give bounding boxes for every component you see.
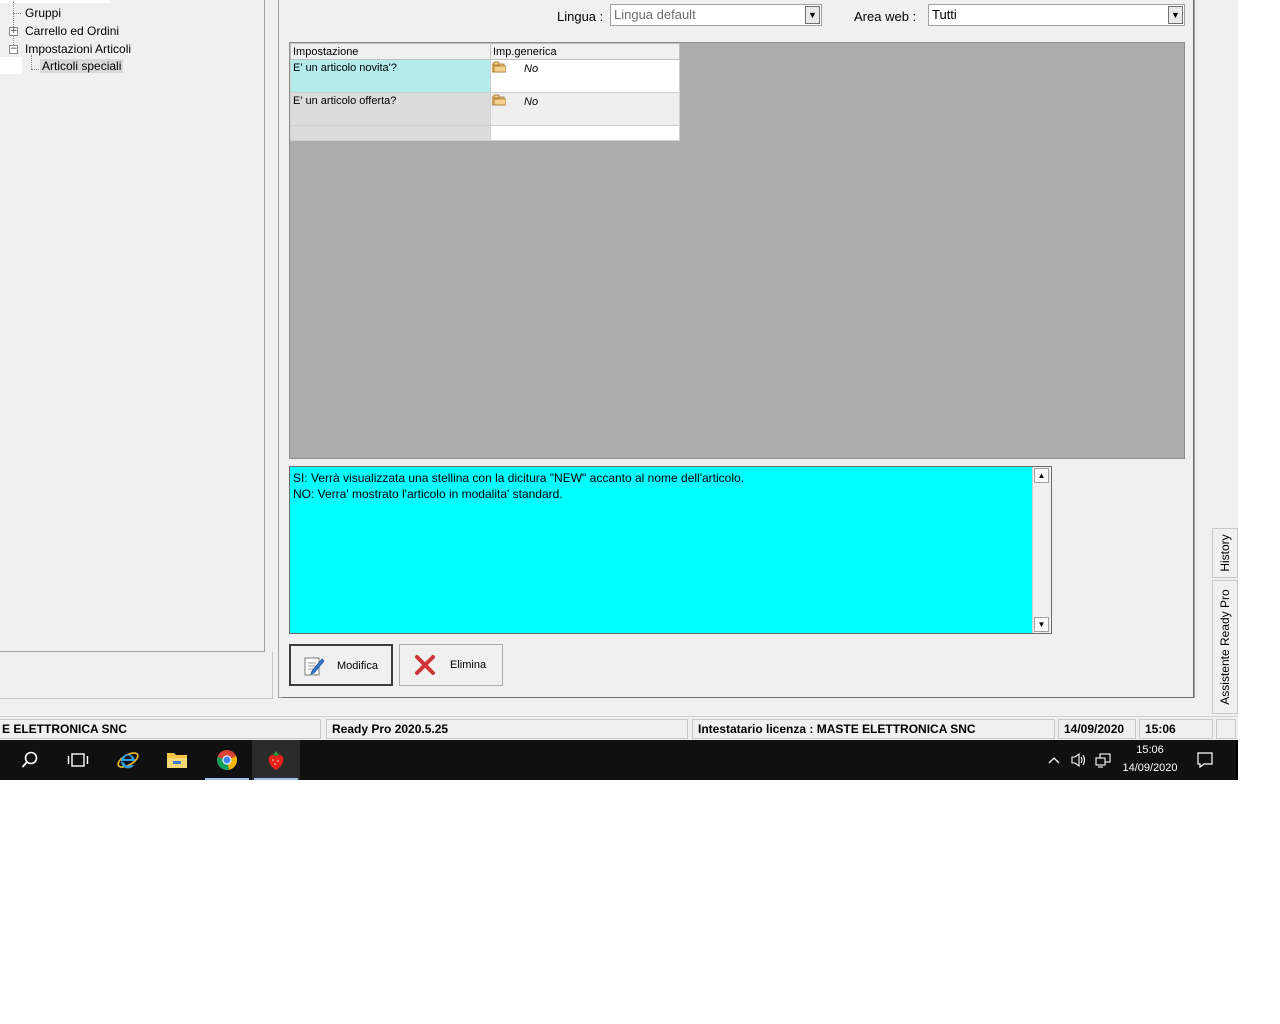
lingua-select[interactable]: Lingua default ▼ (610, 4, 822, 26)
table-row[interactable]: E' un articolo novita'? No (290, 59, 680, 93)
internet-explorer-icon (117, 752, 139, 769)
value-text: No (524, 96, 539, 108)
file-explorer-button[interactable] (153, 740, 201, 780)
tab-assistente-ready-pro[interactable]: Assistente Ready Pro (1212, 580, 1238, 714)
setting-cell[interactable] (290, 125, 491, 141)
folder-icon[interactable] (492, 94, 506, 106)
tree-panel: Gruppi + Carrello ed Ordini − Impostazio… (0, 0, 265, 652)
chevron-down-icon[interactable]: ▼ (1168, 6, 1183, 24)
notification-icon[interactable] (1196, 751, 1214, 769)
status-time: 15:06 (1139, 719, 1213, 739)
chrome-button[interactable] (203, 740, 251, 780)
tree-item-impostazioni-articoli[interactable]: Impostazioni Articoli (25, 42, 131, 56)
search-icon (21, 751, 38, 768)
column-header-impostazione[interactable]: Impostazione (290, 43, 491, 60)
ready-pro-strawberry-icon (268, 751, 284, 770)
value-cell[interactable]: No (490, 92, 680, 126)
status-version: Ready Pro 2020.5.25 (326, 719, 688, 739)
task-view-icon (67, 753, 89, 767)
lingua-label: Lingua : (557, 9, 604, 24)
setting-cell[interactable]: E' un articolo novita'? (290, 59, 491, 93)
tab-assistente-label: Assistente Ready Pro (1218, 589, 1232, 705)
network-icon[interactable] (1094, 752, 1112, 768)
scroll-down-icon[interactable]: ▼ (1034, 617, 1049, 632)
column-header-imp-generica[interactable]: Imp.generica (490, 43, 680, 60)
elimina-button[interactable]: Elimina (399, 644, 503, 686)
ready-pro-button[interactable] (252, 740, 300, 780)
task-view-button[interactable] (54, 740, 102, 780)
chevron-down-icon[interactable]: ▼ (805, 6, 820, 24)
edit-icon (304, 657, 325, 676)
status-bar: E ELETTRONICA SNC Ready Pro 2020.5.25 In… (0, 716, 1238, 741)
internet-explorer-button[interactable] (104, 740, 152, 780)
memo-scrollbar[interactable]: ▲ ▼ (1032, 467, 1051, 633)
status-date: 14/09/2020 (1058, 719, 1136, 739)
description-memo[interactable]: SI: Verrà visualizzata una stellina con … (289, 466, 1052, 634)
modifica-button[interactable]: Modifica (289, 644, 393, 686)
search-button[interactable] (6, 740, 54, 780)
collapse-icon[interactable]: − (9, 45, 18, 54)
table-row-empty[interactable] (290, 125, 680, 141)
chevron-up-icon[interactable] (1048, 755, 1060, 765)
tab-history-label: History (1218, 534, 1232, 572)
value-cell[interactable] (490, 125, 680, 141)
settings-grid: Impostazione Imp.generica E' un articolo… (289, 42, 1185, 459)
area-web-select-value: Tutti (932, 7, 957, 22)
clock-date[interactable]: 14/09/2020 (1116, 762, 1184, 774)
side-tabs: History Assistente Ready Pro (1212, 528, 1238, 716)
folder-icon[interactable] (492, 61, 506, 73)
value-text: No (524, 63, 539, 75)
lingua-select-value: Lingua default (614, 7, 696, 22)
status-company: E ELETTRONICA SNC (0, 719, 321, 739)
tree-item-gruppi[interactable]: Gruppi (25, 6, 61, 20)
tree-item-carrello-ordini[interactable]: Carrello ed Ordini (25, 24, 119, 38)
screen-edge (1236, 740, 1238, 780)
chrome-icon (217, 750, 238, 770)
clock-time[interactable]: 15:06 (1116, 744, 1184, 756)
modifica-label: Modifica (337, 660, 378, 672)
taskbar: 15:06 14/09/2020 (0, 740, 1238, 780)
area-web-select[interactable]: Tutti ▼ (928, 4, 1185, 26)
description-text: SI: Verrà visualizzata una stellina con … (293, 471, 745, 501)
elimina-label: Elimina (450, 659, 487, 671)
expand-icon[interactable]: + (9, 27, 18, 36)
file-explorer-icon (167, 753, 187, 768)
volume-icon[interactable] (1070, 752, 1088, 768)
status-license: Intestatario licenza : MASTE ELETTRONICA… (692, 719, 1055, 739)
tree-item-articoli-speciali[interactable]: Articoli speciali (40, 59, 124, 73)
table-row[interactable]: E' un articolo offerta? No (290, 92, 680, 126)
tree-panel-footer (0, 652, 273, 699)
running-indicator (254, 778, 298, 780)
value-cell[interactable]: No (490, 59, 680, 93)
application-window: Gruppi + Carrello ed Ordini − Impostazio… (0, 0, 1238, 741)
running-indicator (205, 778, 249, 780)
status-extra (1216, 719, 1236, 739)
tab-history[interactable]: History (1212, 528, 1238, 578)
setting-cell[interactable]: E' un articolo offerta? (290, 92, 491, 126)
scroll-up-icon[interactable]: ▲ (1034, 468, 1049, 483)
delete-icon (415, 655, 435, 675)
area-web-label: Area web : (854, 9, 917, 24)
